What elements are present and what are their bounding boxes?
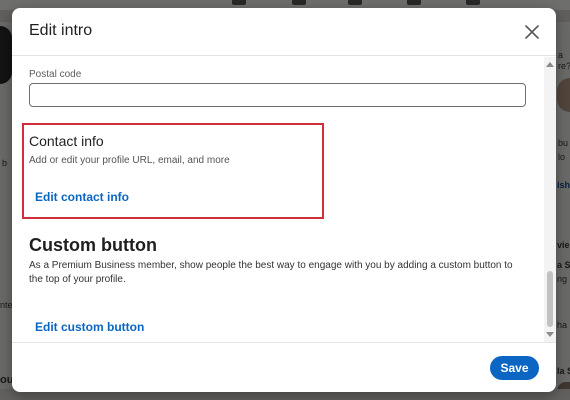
scroll-down-arrow-icon[interactable] xyxy=(546,332,554,337)
close-icon xyxy=(525,25,539,39)
contact-info-heading: Contact info xyxy=(29,133,104,149)
edit-contact-info-link[interactable]: Edit contact info xyxy=(35,190,129,204)
scrollbar-thumb[interactable] xyxy=(547,271,553,327)
edit-intro-dialog: Edit intro Postal code Contact info Add … xyxy=(12,8,556,392)
postal-code-input[interactable] xyxy=(29,83,526,107)
save-button[interactable]: Save xyxy=(490,356,539,380)
contact-info-description: Add or edit your profile URL, email, and… xyxy=(29,155,230,166)
custom-button-description: As a Premium Business member, show peopl… xyxy=(29,260,513,285)
dialog-title: Edit intro xyxy=(29,22,93,39)
postal-code-label: Postal code xyxy=(29,69,82,80)
scroll-up-arrow-icon[interactable] xyxy=(546,62,554,67)
custom-button-heading: Custom button xyxy=(29,235,157,255)
edit-custom-button-link[interactable]: Edit custom button xyxy=(35,320,144,334)
dialog-scrollbar[interactable] xyxy=(544,57,556,342)
dialog-header: Edit intro xyxy=(12,8,556,56)
close-button[interactable] xyxy=(520,20,544,44)
dialog-body[interactable]: Postal code Contact info Add or edit you… xyxy=(12,57,556,342)
dialog-footer: Save xyxy=(12,342,556,392)
